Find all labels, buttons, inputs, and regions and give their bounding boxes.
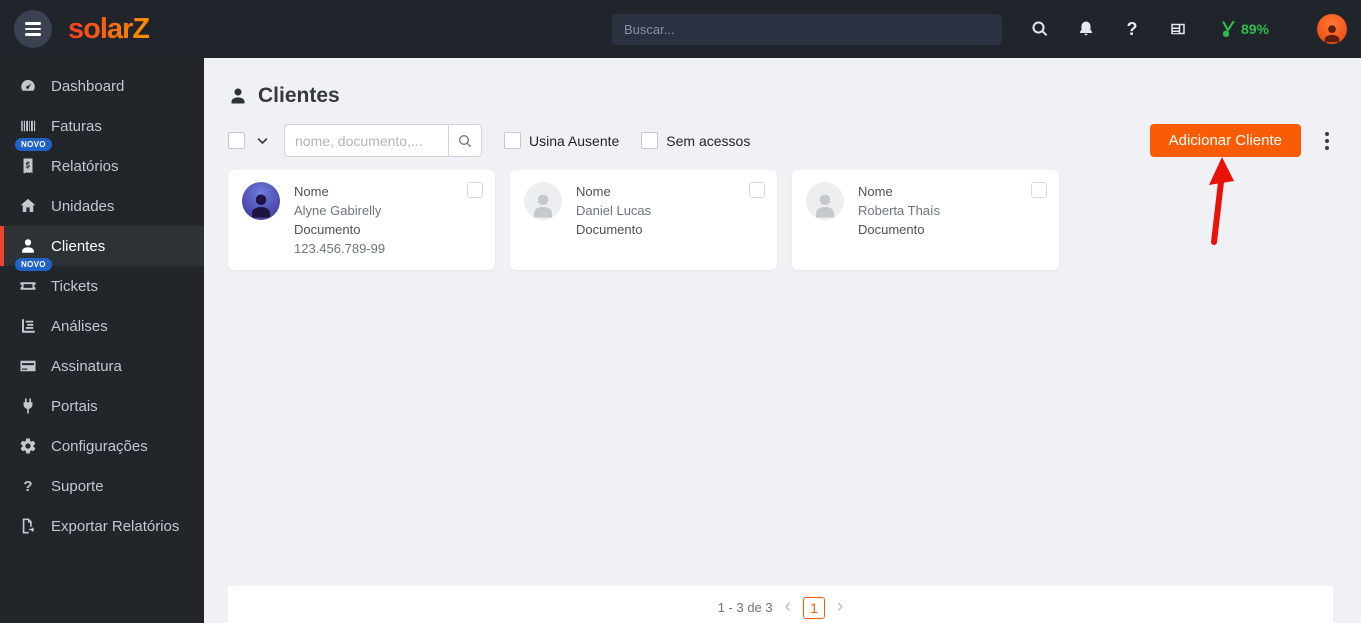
pagination-prev-icon[interactable]: ‹	[785, 597, 791, 617]
plug-icon	[17, 397, 39, 415]
usina-ausente-filter[interactable]: Usina Ausente	[504, 132, 619, 149]
client-name: Alyne Gabirelly	[294, 203, 382, 218]
more-options-kebab-icon[interactable]	[1321, 128, 1333, 154]
novo-badge: NOVO	[15, 138, 52, 151]
sidebar-item-label: Dashboard	[51, 77, 125, 95]
sidebar-item-configuracoes[interactable]: Configurações	[0, 426, 204, 466]
main-content: Clientes Usina Ausente Sem acessos Adici…	[204, 58, 1361, 623]
news-icon[interactable]	[1168, 19, 1188, 39]
sidebar-item-label: Relatórios	[51, 157, 119, 175]
sem-acessos-filter[interactable]: Sem acessos	[641, 132, 750, 149]
sidebar-item-relatorios[interactable]: NOVO Relatórios	[0, 138, 204, 186]
pagination-bar: 1 - 3 de 3 ‹ 1 ›	[228, 586, 1333, 623]
client-avatar-placeholder	[524, 182, 562, 220]
gauge-icon	[17, 77, 39, 95]
ticket-icon	[17, 277, 39, 295]
sidebar-item-label: Clientes	[51, 237, 106, 255]
sidebar-item-label: Análises	[51, 317, 108, 335]
pagination-next-icon[interactable]: ›	[837, 597, 843, 617]
search-icon[interactable]	[1030, 19, 1050, 39]
page-title: Clientes	[228, 84, 1333, 108]
search-icon	[459, 134, 472, 147]
question-icon: ?	[23, 477, 33, 495]
sidebar-item-portais[interactable]: Portais	[0, 386, 204, 426]
credit-card-icon	[17, 357, 39, 375]
document-label: Documento	[858, 222, 925, 237]
client-card[interactable]: Nome Daniel Lucas Documento	[510, 170, 777, 270]
client-document: 123.456.789-99	[294, 241, 386, 256]
solarz-logo: solarZ	[68, 12, 150, 45]
document-label: Documento	[294, 222, 361, 237]
sidebar-item-label: Suporte	[51, 477, 104, 495]
person-icon	[17, 237, 39, 255]
user-avatar[interactable]	[1317, 14, 1347, 44]
global-search-input[interactable]	[611, 13, 1002, 45]
sidebar-item-label: Portais	[51, 397, 98, 415]
pagination-summary: 1 - 3 de 3	[717, 600, 773, 615]
medal-icon	[1222, 20, 1235, 37]
sidebar-item-dashboard[interactable]: Dashboard	[0, 66, 204, 106]
name-label: Nome	[858, 184, 893, 199]
pagination-page-1[interactable]: 1	[802, 597, 825, 619]
sidebar-item-label: Tickets	[51, 277, 98, 295]
client-select-checkbox[interactable]	[1031, 182, 1047, 198]
sidebar: Dashboard Faturas NOVO Relatórios Unidad…	[0, 58, 204, 623]
hamburger-icon	[25, 22, 41, 25]
sidebar-item-analises[interactable]: Análises	[0, 306, 204, 346]
help-question-icon[interactable]: ?	[1122, 19, 1142, 39]
sidebar-item-label: Assinatura	[51, 357, 122, 375]
client-select-checkbox[interactable]	[467, 182, 483, 198]
client-search-input[interactable]	[284, 124, 448, 157]
barcode-icon	[17, 117, 39, 135]
client-card[interactable]: Nome Alyne Gabirelly Documento 123.456.7…	[228, 170, 495, 270]
name-label: Nome	[576, 184, 611, 199]
client-search-group	[284, 124, 482, 157]
client-cards-list: Nome Alyne Gabirelly Documento 123.456.7…	[228, 170, 1333, 270]
home-icon	[17, 197, 39, 215]
client-name: Daniel Lucas	[576, 203, 652, 218]
novo-badge: NOVO	[15, 258, 52, 271]
client-select-checkbox[interactable]	[749, 182, 765, 198]
sidebar-item-tickets[interactable]: NOVO Tickets	[0, 258, 204, 306]
clients-person-icon	[231, 88, 245, 104]
document-label: Documento	[576, 222, 643, 237]
health-percent: 89%	[1240, 21, 1269, 37]
sidebar-item-label: Configurações	[51, 437, 148, 455]
page-title-text: Clientes	[258, 84, 340, 107]
sem-acessos-label: Sem acessos	[666, 132, 751, 149]
sidebar-item-exportar-relatorios[interactable]: Exportar Relatórios	[0, 506, 204, 546]
select-all-checkbox[interactable]	[228, 132, 245, 149]
sidebar-item-unidades[interactable]: Unidades	[0, 186, 204, 226]
receipt-icon	[17, 157, 39, 175]
sidebar-item-suporte[interactable]: ? Suporte	[0, 466, 204, 506]
sidebar-item-assinatura[interactable]: Assinatura	[0, 346, 204, 386]
name-label: Nome	[294, 184, 329, 199]
usina-ausente-label: Usina Ausente	[529, 132, 620, 149]
client-search-button[interactable]	[448, 124, 482, 157]
chart-icon	[17, 317, 39, 335]
usina-ausente-checkbox[interactable]	[504, 132, 521, 149]
client-avatar-placeholder	[806, 182, 844, 220]
sidebar-item-label: Faturas	[51, 117, 102, 135]
client-avatar-photo	[242, 182, 280, 220]
hamburger-menu-button[interactable]	[14, 10, 52, 48]
chevron-down-icon[interactable]	[255, 133, 270, 148]
file-export-icon	[17, 517, 39, 535]
gear-icon	[17, 437, 39, 455]
avatar-person-icon	[1324, 25, 1340, 43]
notifications-bell-icon[interactable]	[1076, 19, 1096, 39]
health-score[interactable]: 89%	[1220, 20, 1269, 38]
top-navbar: solarZ ? 89%	[0, 0, 1361, 58]
add-client-button[interactable]: Adicionar Cliente	[1149, 124, 1301, 157]
sidebar-item-label: Unidades	[51, 197, 115, 215]
sem-acessos-checkbox[interactable]	[641, 132, 659, 149]
filter-toolbar: Usina Ausente Sem acessos Adicionar Clie…	[228, 124, 1333, 157]
client-card[interactable]: Nome Roberta Thaís Documento	[792, 170, 1059, 270]
client-name: Roberta Thaís	[858, 203, 941, 218]
sidebar-item-label: Exportar Relatórios	[51, 517, 180, 535]
